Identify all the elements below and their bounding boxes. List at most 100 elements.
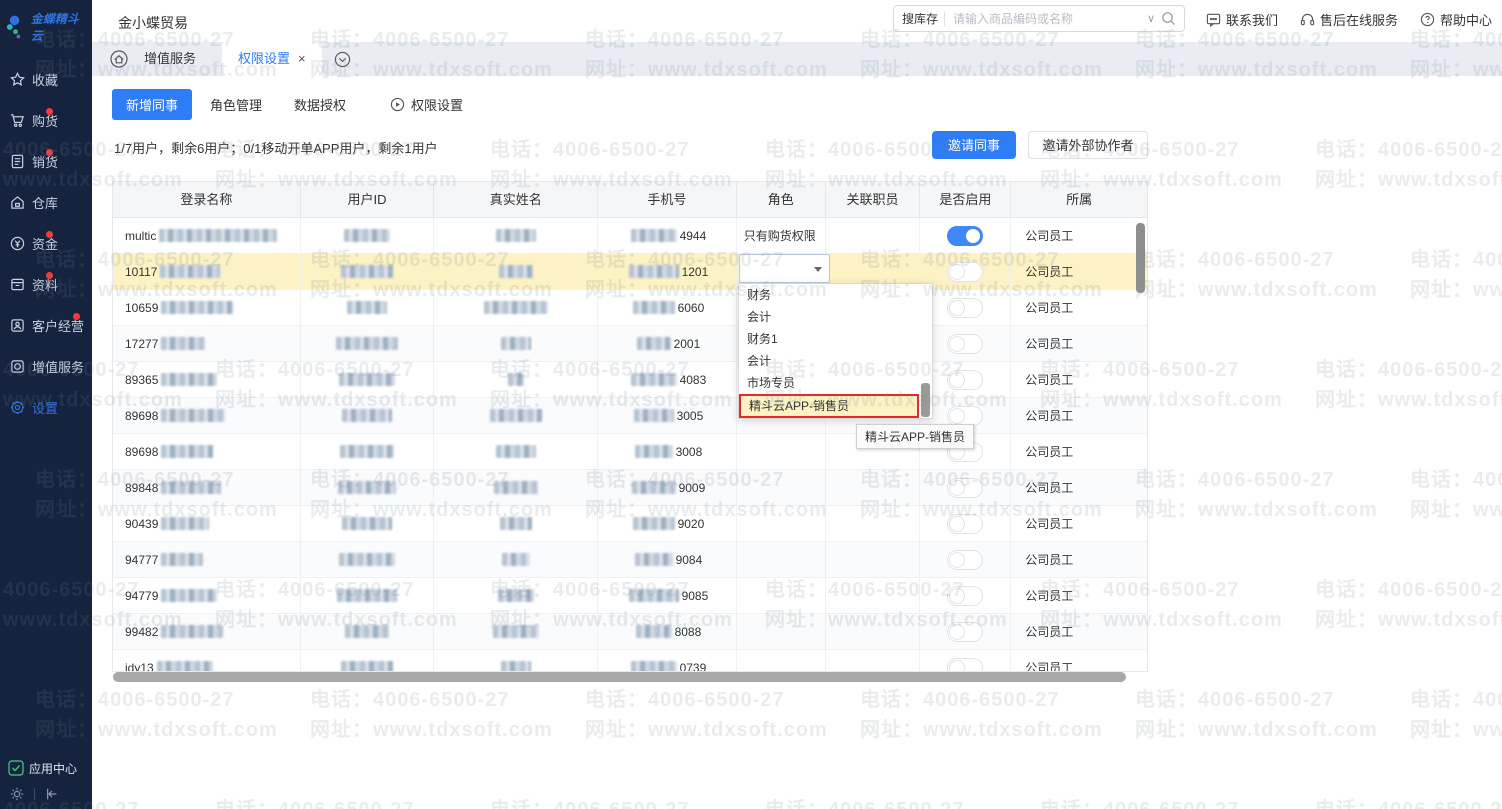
sidebar-item-purchase[interactable]: 购货 [0,108,92,132]
enable-toggle[interactable] [947,262,983,282]
enable-toggle[interactable] [947,478,983,498]
column-header-phone[interactable]: 手机号 [598,182,737,217]
search-input[interactable] [951,11,1141,27]
sidebar-item-settings[interactable]: 设置 [0,395,92,419]
sidebar-item-sales[interactable]: 销货 [0,149,92,173]
toggle-knob [949,408,965,424]
column-header-role[interactable]: 角色 [737,182,826,217]
redacted-text [502,553,530,566]
tab-list-dropdown-button[interactable] [334,51,351,68]
gear-icon [10,400,25,415]
role-option[interactable]: 会计 [739,306,932,328]
cell-login: 94777 [113,542,301,578]
table-row[interactable]: 90439 9020 公司员工 [113,506,1147,542]
role-option[interactable]: 会计 [739,350,932,372]
sidebar-item-funds[interactable]: 资金 [0,231,92,255]
role-option[interactable]: 精斗云APP-销售员 [739,394,919,418]
help-center-link[interactable]: 帮助中心 [1420,10,1492,29]
redacted-text [341,265,393,278]
enable-toggle[interactable] [947,514,983,534]
tab-permission-settings[interactable]: 权限设置 × [222,42,322,76]
enable-toggle[interactable] [947,298,983,318]
redacted-text [337,589,397,602]
cell-login: 89848 [113,470,301,506]
table-row[interactable]: 89698 3008 公司员工 [113,434,1147,470]
redacted-text [341,661,393,672]
role-option[interactable]: 市场专员 [739,372,932,394]
sidebar-item-value-added[interactable]: 增值服务 [0,354,92,378]
dropdown-scrollbar[interactable] [921,383,930,417]
sidebar-item-label: 收藏 [32,70,58,89]
subtab-data-authorization[interactable]: 数据授权 [280,89,360,120]
enable-toggle[interactable] [947,334,983,354]
table-row[interactable]: 89848 9009 公司员工 [113,470,1147,506]
enable-toggle[interactable] [947,658,983,673]
cell-phone: 8088 [598,614,737,650]
redacted-text [339,373,395,386]
permission-settings-guide-label: 权限设置 [411,95,463,114]
cell-userid [301,614,435,650]
chevron-down-icon[interactable]: ∨ [1147,12,1155,25]
main-content: 新增同事 角色管理 数据授权 权限设置 1/7用户，剩余6用户；0/1移动开单A… [92,76,1502,809]
sidebar-item-data[interactable]: 资料 [0,272,92,296]
cell-role: 只有购货权限 [737,218,826,254]
table-vertical-scrollbar[interactable] [1136,223,1145,293]
user-table: 登录名称 用户ID 真实姓名 手机号 角色 关联职员 是否启用 所属 multi… [112,181,1148,672]
cell-role [737,650,826,673]
cell-realname [434,362,598,398]
column-header-belong[interactable]: 所属 [1011,182,1147,217]
column-header-realname[interactable]: 真实姓名 [434,182,598,217]
enable-toggle[interactable] [947,622,983,642]
tab-value-added-service[interactable]: 增值服务 [128,42,212,76]
chevron-down-circle-icon [334,51,351,68]
column-header-enabled[interactable]: 是否启用 [920,182,1011,217]
column-header-login[interactable]: 登录名称 [113,182,301,217]
home-tab-button[interactable] [110,50,128,68]
subtab-role-management[interactable]: 角色管理 [196,89,276,120]
role-option[interactable]: 财务1 [739,328,932,350]
table-row[interactable]: 17277 2001 公司员工 [113,326,1147,362]
collapse-sidebar-icon[interactable] [45,787,59,801]
redacted-text [161,625,223,638]
search-category-label[interactable]: 搜库存 [902,10,938,27]
column-header-employee[interactable]: 关联职员 [826,182,921,217]
table-row[interactable]: multic 4944 只有购货权限 公司员工 [113,218,1147,254]
table-row[interactable]: 89698 3005 公司员工 [113,398,1147,434]
sidebar-item-warehouse[interactable]: 仓库 [0,190,92,214]
table-horizontal-scrollbar[interactable] [113,672,1126,682]
table-row[interactable]: 10659 6060 公司员工 [113,290,1147,326]
table-row[interactable]: idy13 0739 公司员工 [113,650,1147,672]
enable-toggle[interactable] [947,550,983,570]
after-sales-service-link[interactable]: 售后在线服务 [1300,10,1398,29]
cell-phone: 9084 [598,542,737,578]
subtab-add-colleague[interactable]: 新增同事 [112,89,192,120]
invite-colleague-button[interactable]: 邀请同事 [932,131,1016,159]
table-row[interactable]: 94779 9085 公司员工 [113,578,1147,614]
table-row[interactable]: 10117 1201 公司员工 [113,254,1147,290]
table-row[interactable]: 99482 8088 公司员工 [113,614,1147,650]
cell-login: 94779 [113,578,301,614]
invite-external-collaborator-button[interactable]: 邀请外部协作者 [1028,131,1148,159]
app-center-button[interactable]: 应用中心 [0,757,92,779]
role-option[interactable]: 财务 [739,284,932,306]
search-icon[interactable] [1161,11,1176,26]
close-tab-icon[interactable]: × [298,42,306,76]
enable-toggle[interactable] [947,370,983,390]
inventory-search[interactable]: 搜库存 ∨ [893,5,1185,32]
permission-settings-guide-link[interactable]: 权限设置 [390,95,463,114]
sidebar-item-favorites[interactable]: 收藏 [0,67,92,91]
role-select-box[interactable] [739,254,830,283]
redacted-text [344,229,390,242]
column-header-userid[interactable]: 用户ID [301,182,435,217]
value-added-icon [10,359,25,374]
table-row[interactable]: 94777 9084 公司员工 [113,542,1147,578]
theme-icon[interactable] [10,787,24,801]
contact-us-link[interactable]: 联系我们 [1206,10,1278,29]
notification-dot [46,149,53,156]
table-row[interactable]: 89365 4083 公司员工 [113,362,1147,398]
enable-toggle[interactable] [947,226,983,246]
sidebar-item-customer[interactable]: 客户经营 [0,313,92,337]
redacted-text [637,337,671,350]
enable-toggle[interactable] [947,406,983,426]
enable-toggle[interactable] [947,586,983,606]
